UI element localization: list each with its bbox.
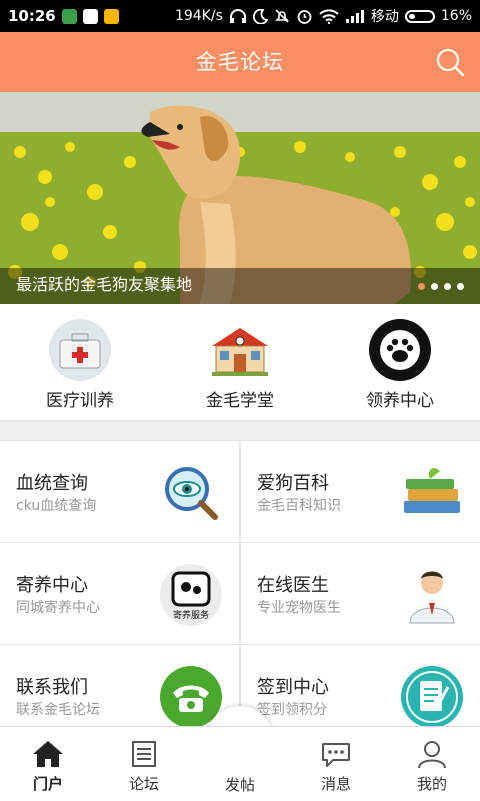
banner-caption: 最活跃的金毛狗友聚集地 [16,275,193,294]
carousel-dot [431,283,438,290]
tab-portal[interactable]: 门户 [0,727,96,801]
books-icon [404,468,460,513]
notification-image-icon [82,8,98,24]
home-icon [33,741,63,767]
checkin-icon [401,666,463,728]
mute-bell-icon [274,8,290,24]
quick-link-medical[interactable]: 医疗训养 [20,318,140,411]
forum-scroll-icon [132,741,156,767]
grid-item-subtitle: 金毛百科知识 [257,498,341,514]
grid-item-title: 爱狗百科 [257,473,329,494]
banner-carousel[interactable]: 最活跃的金毛狗友聚集地 [0,92,480,304]
paw-badge-icon [369,319,431,381]
grid-item-pedigree[interactable]: 血统查询 cku血统查询 [0,441,239,542]
carousel-dot [457,283,464,290]
quick-links: 医疗训养 金毛学堂 领养中心 [0,304,480,421]
grid-item-title: 寄养中心 [16,575,88,596]
school-building-icon [212,328,268,376]
headphones-icon [229,8,247,24]
quick-link-label: 医疗训养 [46,391,114,411]
grid-item-title: 在线医生 [257,575,329,596]
search-icon[interactable] [434,46,466,78]
first-aid-kit-icon [49,319,111,381]
network-speed: 194K/s [174,8,223,24]
carousel-indicator [418,283,464,290]
wifi-icon [319,8,339,24]
tab-label: 论坛 [128,775,159,793]
tab-post-label[interactable]: 发帖 [192,774,288,795]
grid-item-subtitle: 专业宠物医生 [257,600,341,616]
doctor-icon [409,571,455,624]
status-time: 10:26 [8,7,56,25]
user-icon [418,741,446,769]
notification-app-icon [61,8,77,24]
tab-profile[interactable]: 我的 [384,727,480,801]
battery-level: 16% [440,8,472,24]
carousel-dot [444,283,451,290]
tab-label: 我的 [416,775,447,793]
message-bubble-icon [322,743,350,767]
grid-item-doctor[interactable]: 在线医生 专业宠物医生 [241,543,480,644]
grid-item-subtitle: 联系金毛论坛 [16,702,100,718]
carrier-label: 移动 [370,9,399,25]
app-header: 金毛论坛 [0,32,480,92]
grid-item-title: 血统查询 [16,473,88,494]
grid-item-boarding[interactable]: 寄养中心 同城寄养中心 寄养服务 [0,543,239,644]
boarding-icon-text: 寄养服务 [173,609,209,621]
feature-grid: 血统查询 cku血统查询 爱狗百科 金毛百科知识 寄养中心 同城寄养中心 寄养服… [0,440,480,746]
moon-icon [252,8,268,24]
grid-item-encyclopedia[interactable]: 爱狗百科 金毛百科知识 [241,441,480,542]
battery-icon [404,9,435,23]
quick-link-school[interactable]: 金毛学堂 [180,318,300,411]
tab-messages[interactable]: 消息 [288,727,384,801]
magnifier-eye-icon [165,467,218,520]
page-title: 金毛论坛 [196,50,284,74]
quick-link-label: 金毛学堂 [206,391,274,411]
grid-item-title: 联系我们 [16,677,88,698]
tab-forum[interactable]: 论坛 [96,727,192,801]
status-bar: 10:26 194K/s 移动 16% [0,0,480,32]
notification-qq-icon [103,8,119,24]
quick-link-label: 领养中心 [366,391,434,411]
alarm-icon [296,8,313,25]
tab-label: 门户 [32,775,63,793]
grid-item-subtitle: 同城寄养中心 [16,600,100,616]
grid-item-title: 签到中心 [257,677,329,698]
quick-link-adoption[interactable]: 领养中心 [340,318,460,411]
signal-icon [345,9,365,23]
grid-item-subtitle: cku血统查询 [16,498,97,514]
grid-item-subtitle: 签到领积分 [257,702,327,718]
tab-label: 消息 [320,775,351,793]
carousel-dot [418,283,425,290]
boarding-service-icon: 寄养服务 [160,564,222,626]
